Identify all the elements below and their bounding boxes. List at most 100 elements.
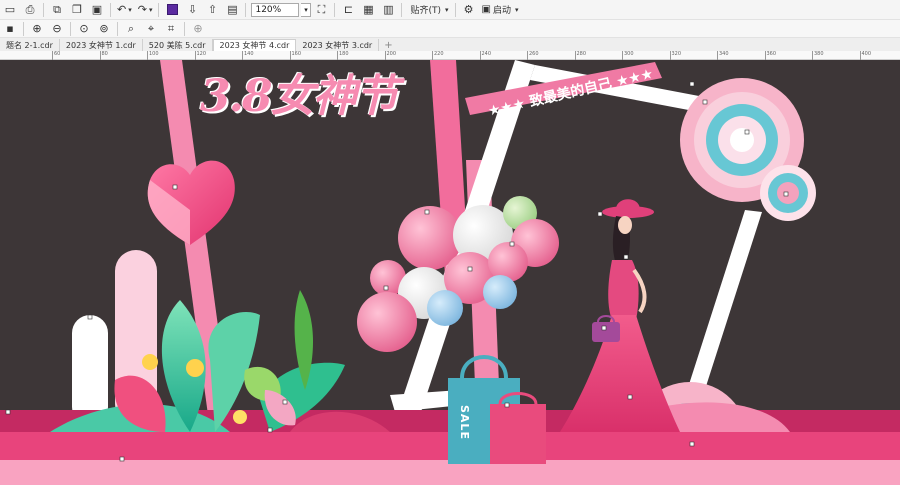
zoom-out-icon[interactable]: ⊖ — [50, 21, 64, 37]
toolbar-divider — [23, 21, 24, 36]
application-launcher-menu[interactable]: ▣ 启动 ▾ — [482, 2, 519, 18]
toolbar-divider — [43, 2, 44, 17]
ruler-tick — [384, 51, 386, 60]
zoom-level-input[interactable]: 120% — [251, 2, 300, 17]
add-plus-icon[interactable]: ⊕ — [191, 21, 205, 37]
ruler-tick — [147, 51, 148, 60]
tab-doc-5[interactable]: 2023 女神节 3.cdr — [296, 39, 380, 51]
toolbox-handle-icon[interactable]: ▪ — [3, 21, 17, 37]
paste-icon[interactable]: ▣ — [90, 2, 104, 18]
ruler-tick — [479, 51, 481, 60]
new-tab-icon[interactable]: + — [379, 40, 397, 51]
tab-doc-3[interactable]: 520 美陈 5.cdr — [143, 39, 213, 51]
ruler-label: 380 — [814, 51, 824, 57]
zoom-page-icon[interactable]: ⌕ — [124, 21, 138, 37]
festival-title: 3.8女神节 — [200, 71, 399, 122]
ruler-tick — [622, 51, 623, 60]
horizontal-ruler[interactable]: 60 80 100 120 140 160 180 200 220 240 260 280 300 320… — [0, 51, 900, 60]
launcher-icon: ▣ — [481, 4, 491, 15]
ruler-label: 80 — [101, 51, 108, 57]
toolbar-divider — [110, 2, 111, 17]
ruler-tick — [669, 51, 671, 60]
print-icon[interactable]: ⎙ — [23, 2, 37, 18]
import-icon[interactable]: ⇩ — [185, 2, 199, 18]
ruler-label: 160 — [291, 51, 302, 57]
sale-bag-text: SALE — [458, 405, 471, 440]
toolbar-divider — [117, 21, 118, 36]
artwork-illustration — [0, 60, 900, 485]
zoom-page-height-icon[interactable]: ⌗ — [164, 21, 178, 37]
ruler-tick — [99, 51, 101, 60]
toolbar-divider — [245, 2, 247, 17]
ruler-label: 260 — [529, 51, 539, 57]
balloon — [488, 242, 528, 282]
ruler-label: 340 — [719, 51, 729, 57]
snap-to-menu[interactable]: 贴齐(T) ▾ — [408, 2, 448, 18]
secondary-toolbar: ▪ ⊕ ⊖ ⊙ ⊚ ⌕ ⌖ ⌗ ⊕ — [0, 20, 900, 38]
snap-to-label: 贴齐(T) — [410, 6, 441, 16]
drawing-canvas[interactable]: 3.8女神节 ★★★ 致最美的自己 ★★★ SALE — [0, 60, 900, 485]
ruler-label: 400 — [861, 51, 872, 57]
zoom-dropdown-icon[interactable]: ▾ — [301, 2, 312, 17]
ruler-tick — [194, 51, 196, 60]
ruler-label: 180 — [339, 51, 349, 57]
ruler-label: 280 — [576, 51, 587, 57]
ruler-tick — [289, 51, 291, 60]
balloon — [357, 292, 417, 352]
tab-doc-2[interactable]: 2023 女神节 1.cdr — [60, 39, 143, 51]
tab-doc-1[interactable]: 题名 2-1.cdr — [0, 39, 60, 51]
white-frame-bar — [684, 210, 762, 405]
ruler-label: 100 — [149, 51, 159, 57]
ruler-label: 240 — [481, 51, 492, 57]
full-screen-icon[interactable]: ⛶ — [314, 2, 328, 18]
toolbar-divider — [70, 21, 71, 36]
show-guidelines-icon[interactable]: ▥ — [381, 2, 395, 18]
launcher-label: 启动 — [492, 6, 511, 16]
toolbar-divider — [334, 2, 336, 17]
export-icon[interactable]: ⇧ — [205, 2, 219, 18]
main-toolbar: ▭ ⎙ ⧉ ❐ ▣ ↶ ▾ ↷ ▾ ⇩ ⇧ ▤ 120% ▾ ⛶ ⊏ ▦ ▥ 贴齐(… — [0, 0, 900, 20]
ruler-label: 140 — [244, 51, 254, 57]
ruler-label: 360 — [766, 51, 777, 57]
document-tabs: 题名 2-1.cdr 2023 女神节 1.cdr 520 美陈 5.cdr 2… — [0, 38, 900, 51]
copy-icon[interactable]: ❐ — [70, 2, 84, 18]
options-gear-icon[interactable]: ⚙ — [462, 2, 476, 18]
ruler-label: 120 — [196, 51, 207, 57]
ruler-tick — [717, 51, 718, 60]
toolbar-divider — [184, 21, 185, 36]
toolbar-divider — [401, 2, 403, 17]
save-icon[interactable]: ▭ — [3, 2, 17, 18]
zoom-all-objects-icon[interactable]: ⊚ — [97, 21, 111, 37]
lady-figure — [560, 199, 680, 432]
ruler-tick — [52, 51, 53, 60]
tab-doc-4[interactable]: 2023 女神节 4.cdr — [212, 39, 297, 51]
show-rulers-icon[interactable]: ⊏ — [341, 2, 355, 18]
ruler-label: 200 — [386, 51, 397, 57]
redo-icon[interactable]: ↷ ▾ — [138, 2, 153, 18]
cut-icon[interactable]: ⧉ — [50, 2, 64, 18]
ruler-label: 320 — [671, 51, 682, 57]
balloon — [483, 275, 517, 309]
ruler-tick — [574, 51, 576, 60]
zoom-in-icon[interactable]: ⊕ — [30, 21, 44, 37]
show-grid-icon[interactable]: ▦ — [361, 2, 375, 18]
zoom-selected-icon[interactable]: ⊙ — [77, 21, 91, 37]
ruler-label: 60 — [54, 51, 61, 57]
undo-icon[interactable]: ↶ ▾ — [117, 2, 132, 18]
balloon — [427, 290, 463, 326]
ruler-tick — [764, 51, 766, 60]
toolbar-divider — [454, 2, 456, 17]
zoom-page-width-icon[interactable]: ⌖ — [144, 21, 158, 37]
ruler-tick — [337, 51, 338, 60]
ruler-label: 220 — [434, 51, 444, 57]
shopping-bag-pink — [490, 392, 546, 464]
ruler-tick — [812, 51, 813, 60]
white-pillar — [72, 315, 108, 425]
ruler-label: 300 — [624, 51, 634, 57]
export-pdf-icon[interactable]: ▤ — [225, 2, 239, 18]
ruler-tick — [432, 51, 433, 60]
corel-connect-icon[interactable] — [165, 2, 179, 18]
ruler-tick — [859, 51, 861, 60]
toolbar-divider — [158, 2, 160, 17]
ruler-tick — [242, 51, 243, 60]
